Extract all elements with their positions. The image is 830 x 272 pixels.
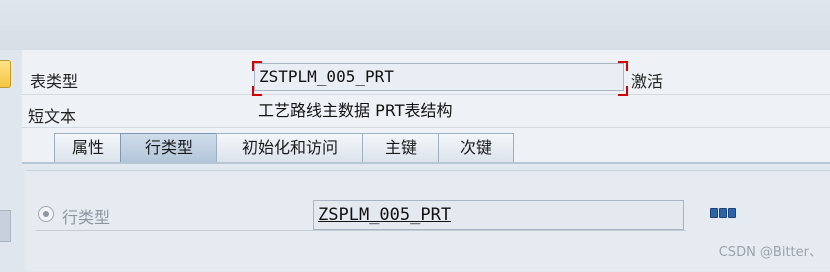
detail-cell-icon	[719, 208, 727, 218]
detail-cell-icon	[728, 208, 736, 218]
short-text-label: 短文本	[28, 107, 77, 126]
radio-dot-icon	[43, 211, 49, 217]
watermark: CSDN @Bitter、	[718, 245, 822, 260]
focus-corner	[252, 61, 262, 71]
row-divider	[22, 94, 830, 95]
tab-strip: 属性 行类型 初始化和访问 主键 次键	[22, 128, 830, 164]
focus-corner	[618, 61, 628, 71]
tab-attributes[interactable]: 属性	[54, 133, 122, 162]
toolbar-area	[0, 0, 830, 51]
status-label: 激活	[631, 72, 664, 91]
focus-corner	[252, 86, 262, 96]
tab-primary-key[interactable]: 主键	[362, 133, 440, 162]
table-type-label: 表类型	[30, 72, 79, 91]
tab-secondary-key[interactable]: 次键	[438, 133, 514, 162]
row-underline	[36, 230, 686, 231]
detail-cell-icon	[710, 208, 718, 218]
tab-init-access[interactable]: 初始化和访问	[216, 133, 364, 162]
line-type-radio[interactable]	[38, 206, 54, 222]
focus-corner	[618, 86, 628, 96]
left-scroll-handle[interactable]	[0, 210, 11, 242]
tab-line-type[interactable]: 行类型	[120, 133, 218, 162]
table-type-input[interactable]: ZSTPLM_005_PRT	[254, 63, 624, 91]
line-type-input[interactable]: ZSPLM_005_PRT	[313, 200, 684, 230]
line-type-radio-label: 行类型	[62, 208, 111, 227]
navigation-handle[interactable]	[0, 60, 11, 88]
table-detail-icon[interactable]	[710, 208, 736, 218]
short-text-value: 工艺路线主数据 PRT表结构	[254, 98, 624, 126]
